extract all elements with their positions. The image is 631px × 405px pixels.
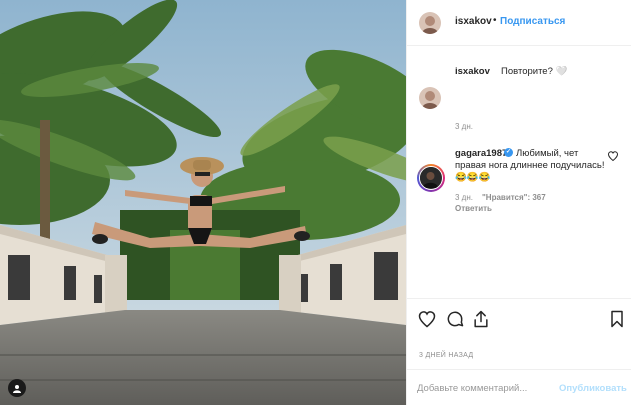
comment-bubble-icon[interactable] — [445, 309, 465, 329]
comment-likes-count[interactable]: "Нравится": 367 — [482, 193, 546, 202]
heart-icon[interactable] — [417, 309, 437, 329]
comment-text-line2: правая нога длиннее подучилась!😂😂😂 — [455, 160, 605, 183]
bookmark-icon[interactable] — [607, 309, 627, 329]
verified-badge-icon: ✓ — [504, 148, 513, 157]
watermark-logo-icon — [8, 379, 26, 397]
author-username[interactable]: isxakov — [455, 16, 492, 27]
follow-button[interactable]: Подписаться — [500, 16, 565, 27]
post-date[interactable]: 3 ДНЕЙ НАЗАД — [419, 352, 473, 359]
caption-avatar[interactable] — [419, 87, 441, 109]
reply-button[interactable]: Ответить — [455, 204, 492, 213]
comment-text-line1: Любимый, чет — [516, 148, 579, 159]
comment-like-heart-icon[interactable] — [607, 150, 619, 162]
comment-input[interactable] — [417, 379, 557, 397]
author-avatar[interactable] — [419, 12, 441, 34]
share-icon[interactable] — [471, 309, 491, 329]
caption-text: Повторите? 🤍 — [501, 66, 568, 77]
publish-button[interactable]: Опубликовать — [559, 383, 627, 394]
caption-timestamp[interactable]: 3 дн. — [455, 122, 473, 131]
commenter-username[interactable]: gagara1987 — [455, 148, 507, 159]
post-photo[interactable] — [0, 0, 406, 405]
action-bar — [407, 298, 631, 338]
commenter-avatar[interactable] — [419, 166, 443, 190]
separator-dot: • — [493, 15, 497, 26]
comment-timestamp[interactable]: 3 дн. — [455, 193, 473, 202]
comment-form: Опубликовать — [407, 369, 631, 405]
post-sidebar: isxakov • Подписаться isxakov Повторите?… — [406, 0, 631, 405]
photo-scene — [0, 0, 406, 405]
post-header: isxakov • Подписаться — [407, 0, 631, 46]
caption-username[interactable]: isxakov — [455, 66, 490, 77]
